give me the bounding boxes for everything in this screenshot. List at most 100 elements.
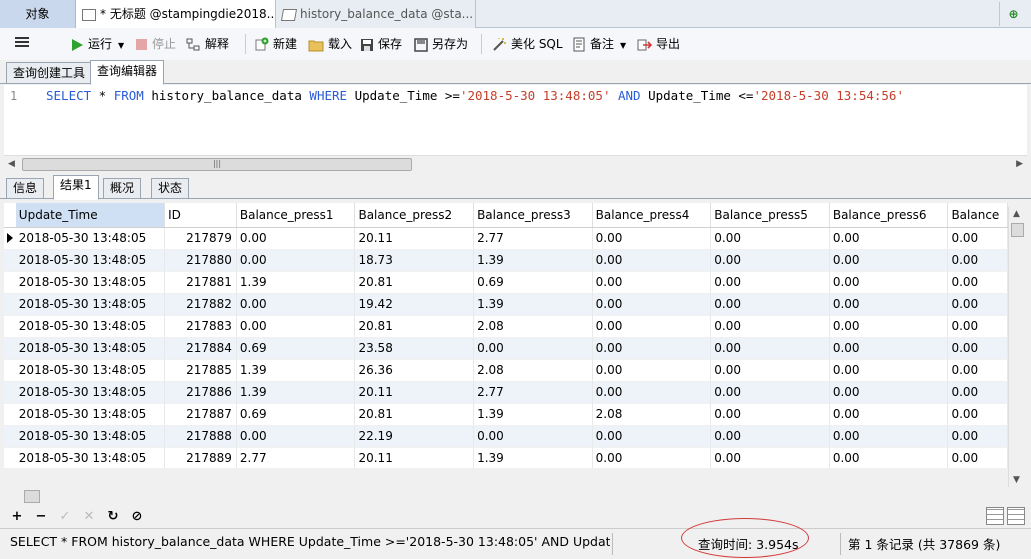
current-row-indicator[interactable] — [4, 227, 16, 250]
table-cell[interactable]: 2.08 — [592, 403, 712, 426]
row-indicator[interactable] — [4, 337, 16, 360]
table-cell[interactable]: 0.00 — [592, 293, 712, 316]
table-cell[interactable]: 1.39 — [473, 447, 593, 468]
sql-text[interactable]: SELECT * FROM history_balance_data WHERE… — [46, 88, 904, 103]
run-button[interactable]: 运行 ▼ — [70, 35, 124, 53]
column-header[interactable]: Update_Time — [15, 203, 166, 228]
row-indicator[interactable] — [4, 293, 16, 316]
table-cell[interactable]: 1.39 — [236, 381, 356, 404]
table-cell[interactable]: 0.00 — [592, 271, 712, 294]
column-header[interactable]: Balance_press6 — [829, 203, 949, 228]
table-cell[interactable]: 217879 — [164, 227, 237, 250]
table-row[interactable]: 2018-05-30 13:48:05 217889 2.77 20.11 1.39 0.… — [4, 447, 1008, 468]
table-cell[interactable]: 2018-05-30 13:48:05 — [15, 425, 166, 448]
table-cell[interactable]: 0.00 — [829, 293, 949, 316]
table-row[interactable]: 2018-05-30 13:48:05 217880 0.00 18.73 1.39 0.… — [4, 249, 1008, 272]
load-button[interactable]: 载入 — [308, 35, 352, 53]
stop-refresh-button[interactable]: ⊘ — [130, 509, 144, 525]
table-cell[interactable]: 217885 — [164, 359, 237, 382]
editor-scroll-thumb[interactable]: ||| — [22, 158, 412, 171]
result-table[interactable]: Update_Time ID Balance_press1 Balance_press… — [4, 203, 1008, 468]
table-cell[interactable]: 1.39 — [473, 249, 593, 272]
export-button[interactable]: 导出 — [637, 35, 680, 53]
table-cell[interactable]: 0.00 — [829, 337, 949, 360]
table-row[interactable]: 2018-05-30 13:48:05 217879 0.00 20.11 2.77 0.… — [4, 227, 1008, 250]
stop-button[interactable]: 停止 — [135, 35, 176, 53]
table-cell[interactable]: 0.00 — [947, 227, 1008, 250]
explain-button[interactable]: 解释 — [186, 35, 229, 53]
table-row[interactable]: 2018-05-30 13:48:05 217888 0.00 22.19 0.00 0.… — [4, 425, 1008, 448]
table-cell[interactable]: 2018-05-30 13:48:05 — [15, 315, 166, 338]
table-cell[interactable]: 0.00 — [710, 359, 830, 382]
table-cell[interactable]: 217883 — [164, 315, 237, 338]
row-indicator[interactable] — [4, 381, 16, 404]
table-cell[interactable]: 217889 — [164, 447, 237, 468]
table-cell[interactable]: 20.11 — [354, 227, 475, 250]
save-button[interactable]: 保存 — [360, 35, 402, 53]
tab-query-builder[interactable]: 查询创建工具 — [6, 62, 93, 84]
discard-changes-button[interactable]: ✕ — [82, 509, 96, 525]
table-cell[interactable]: 0.00 — [710, 249, 830, 272]
tab-info[interactable]: 信息 — [6, 178, 45, 199]
table-cell[interactable]: 0.00 — [710, 403, 830, 426]
table-cell[interactable]: 20.81 — [354, 271, 475, 294]
table-cell[interactable]: 20.81 — [354, 315, 475, 338]
table-cell[interactable]: 0.00 — [947, 403, 1008, 426]
tab-query-history[interactable]: history_balance_data @sta... — [276, 0, 476, 28]
table-cell[interactable]: 0.00 — [947, 425, 1008, 448]
row-indicator[interactable] — [4, 425, 16, 448]
table-cell[interactable]: 2018-05-30 13:48:05 — [15, 359, 166, 382]
table-cell[interactable]: 0.00 — [592, 359, 712, 382]
table-cell[interactable]: 217884 — [164, 337, 237, 360]
table-cell[interactable]: 0.00 — [829, 403, 949, 426]
table-cell[interactable]: 0.00 — [592, 447, 712, 468]
table-cell[interactable]: 1.39 — [236, 271, 356, 294]
row-indicator[interactable] — [4, 271, 16, 294]
table-cell[interactable]: 2.77 — [473, 381, 593, 404]
grid-view-icon[interactable] — [986, 507, 1004, 525]
editor-horizontal-scrollbar[interactable]: ◀ ||| ▶ — [4, 155, 1027, 172]
apply-changes-button[interactable]: ✓ — [58, 509, 72, 525]
run-dropdown-icon[interactable]: ▼ — [118, 41, 124, 50]
table-row[interactable]: 2018-05-30 13:48:05 217884 0.69 23.58 0.00 0.… — [4, 337, 1008, 360]
table-cell[interactable]: 2018-05-30 13:48:05 — [15, 381, 166, 404]
table-cell[interactable]: 0.00 — [592, 249, 712, 272]
table-cell[interactable]: 0.00 — [236, 249, 356, 272]
column-header[interactable]: ID — [164, 203, 237, 228]
table-cell[interactable]: 2018-05-30 13:48:05 — [15, 403, 166, 426]
table-cell[interactable]: 0.00 — [592, 381, 712, 404]
table-cell[interactable]: 0.00 — [829, 249, 949, 272]
table-cell[interactable]: 20.11 — [354, 447, 475, 468]
tab-status[interactable]: 状态 — [151, 178, 190, 199]
table-cell[interactable]: 217881 — [164, 271, 237, 294]
table-cell[interactable]: 2018-05-30 13:48:05 — [15, 293, 166, 316]
table-cell[interactable]: 0.00 — [592, 227, 712, 250]
table-cell[interactable]: 18.73 — [354, 249, 475, 272]
table-cell[interactable]: 217880 — [164, 249, 237, 272]
table-cell[interactable]: 0.00 — [947, 249, 1008, 272]
table-cell[interactable]: 0.00 — [710, 447, 830, 468]
table-cell[interactable]: 2018-05-30 13:48:05 — [15, 227, 166, 250]
table-cell[interactable]: 0.00 — [829, 315, 949, 338]
column-header[interactable]: Balance_press4 — [592, 203, 712, 228]
tab-objects[interactable]: 对象 — [0, 0, 76, 28]
add-record-button[interactable]: + — [10, 509, 24, 525]
delete-record-button[interactable]: − — [34, 509, 48, 525]
table-cell[interactable]: 0.00 — [829, 359, 949, 382]
scroll-right-icon[interactable]: ▶ — [1016, 159, 1023, 169]
table-cell[interactable]: 2018-05-30 13:48:05 — [15, 337, 166, 360]
table-cell[interactable]: 0.00 — [236, 425, 356, 448]
table-cell[interactable]: 26.36 — [354, 359, 475, 382]
table-cell[interactable]: 0.00 — [710, 315, 830, 338]
table-cell[interactable]: 0.00 — [473, 425, 593, 448]
table-cell[interactable]: 217888 — [164, 425, 237, 448]
menu-icon[interactable] — [14, 35, 30, 53]
table-row[interactable]: 2018-05-30 13:48:05 217881 1.39 20.81 0.69 0.… — [4, 271, 1008, 294]
table-cell[interactable]: 0.00 — [829, 447, 949, 468]
row-indicator[interactable] — [4, 249, 16, 272]
table-cell[interactable]: 1.39 — [473, 293, 593, 316]
beautify-sql-button[interactable]: 美化 SQL — [491, 35, 563, 53]
table-cell[interactable]: 23.58 — [354, 337, 475, 360]
table-cell[interactable]: 2.77 — [473, 227, 593, 250]
table-cell[interactable]: 0.00 — [829, 271, 949, 294]
